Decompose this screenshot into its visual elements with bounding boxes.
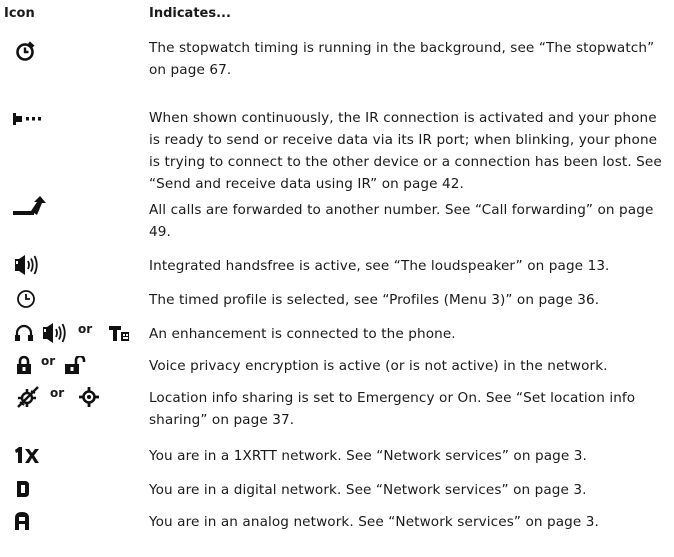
headset-icon [15,324,33,341]
lock-closed-icon [17,356,31,374]
tty-icon [109,326,130,341]
row-description: The stopwatch timing is running in the b… [149,40,655,78]
row-description: Voice privacy encryption is active (or i… [149,358,608,374]
row-description: Integrated handsfree is active, see “The… [149,258,610,274]
location-off-icon [17,386,39,408]
or-label: or [41,354,56,368]
icon-column-header: Icon [4,6,35,21]
row-description: Location info sharing is set to Emergenc… [149,390,636,428]
ir-connection-icon [13,113,41,125]
indicates-column-header: Indicates... [149,6,231,21]
call-forward-icon [13,196,46,215]
loudspeaker-icon [15,255,38,275]
row-description: An enhancement is connected to the phone… [149,326,456,342]
digital-network-icon [17,481,29,497]
stopwatch-icon [16,41,35,61]
analog-network-icon [15,512,29,530]
loudspeaker-icon [43,323,66,343]
location-on-icon [79,387,100,407]
row-description: The timed profile is selected, see “Prof… [149,292,600,308]
row-description: You are in a 1XRTT network. See “Network… [149,448,587,464]
1x-network-icon [15,447,39,463]
row-description: You are in a digital network. See “Netwo… [149,482,587,498]
or-label: or [78,322,93,336]
lock-open-icon [65,356,86,374]
row-description: All calls are forwarded to another numbe… [149,202,654,240]
row-description: When shown continuously, the IR connecti… [149,110,662,192]
row-description: You are in an analog network. See “Netwo… [149,514,599,530]
timed-profile-icon [17,290,35,308]
or-label: or [50,386,65,400]
